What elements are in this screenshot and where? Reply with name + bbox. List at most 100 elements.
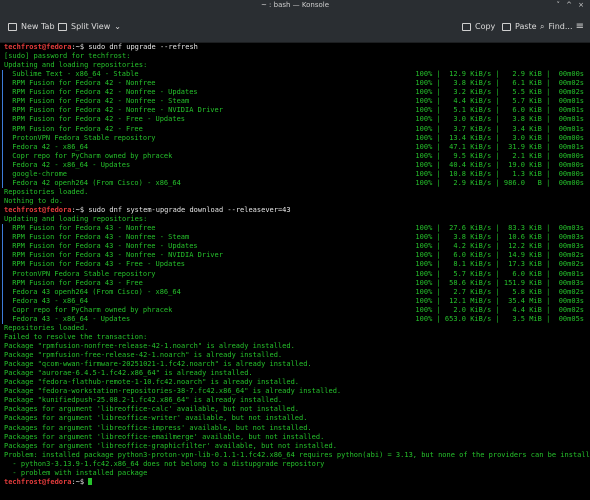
- prompt-host: @fedora: [41, 206, 72, 215]
- repo-name: RPM Fusion for Fedora 42 - Free: [8, 124, 143, 133]
- split-view-label: Split View: [71, 22, 111, 31]
- repo-name: RPM Fusion for Fedora 42 - Free - Update…: [8, 115, 186, 124]
- paste-button[interactable]: Paste: [502, 20, 537, 34]
- output-line: [sudo] password for techfrost:: [4, 52, 131, 61]
- repo-name: RPM Fusion for Fedora 43 - Nonfree - Ste…: [8, 233, 190, 242]
- repo-stats: 100% | 12.1 MiB/s | 35.4 MiB | 00m03s: [415, 296, 584, 305]
- repo-progress-line: ProtonVPN Fedora Stable repository 100% |…: [4, 270, 586, 279]
- output-line: Package "aurorae-6.4.5-1.fc42.x86_64" is…: [4, 369, 253, 378]
- repo-progress-line: RPM Fusion for Fedora 43 - Nonfree - Upd…: [4, 242, 586, 251]
- repo-progress-line: google-chrome 100% | 10.8 KiB/s | 1.3 KiB…: [4, 170, 586, 179]
- maximize-icon[interactable]: ^: [566, 1, 572, 9]
- new-tab-label: New Tab: [21, 22, 55, 31]
- repo-name: Fedora 42 openh264 (From Cisco) - x86_64: [8, 178, 181, 187]
- output-line: Packages for argument 'libreoffice-write…: [4, 414, 308, 423]
- output-line: Failed to resolve the transaction:: [4, 332, 148, 341]
- repo-progress-line: RPM Fusion for Fedora 43 - Free 100% | 58…: [4, 279, 586, 288]
- repo-progress-line: RPM Fusion for Fedora 43 - Free - Update…: [4, 260, 586, 269]
- search-icon: ⌕: [540, 22, 545, 31]
- repo-progress-line: ProtonVPN Fedora Stable repository 100% |…: [4, 134, 586, 143]
- terminal-output[interactable]: techfrost@fedora:~$ sudo dnf upgrade --r…: [2, 43, 590, 500]
- repo-progress-line: RPM Fusion for Fedora 42 - Nonfree - Ste…: [4, 97, 586, 106]
- prompt-user: techfrost: [4, 43, 42, 51]
- repo-progress-line: Sublime Text - x86_64 - Stable 100% | 12.…: [4, 70, 586, 79]
- repo-progress-line: Fedora 42 - x86_64 100% | 47.1 KiB/s | 31…: [4, 143, 586, 152]
- prompt-symbol: :~$: [71, 477, 89, 486]
- repo-name: RPM Fusion for Fedora 43 - Free - Update…: [8, 260, 186, 269]
- output-line: Package "fedora-workstation-repositories…: [4, 387, 342, 396]
- repo-stats: 100% | 3.2 KiB/s | 5.5 KiB | 00m02s: [415, 88, 584, 97]
- command-text: sudo dnf upgrade --refresh: [88, 43, 198, 51]
- repo-progress-line: RPM Fusion for Fedora 42 - Free 100% | 3.…: [4, 125, 586, 134]
- repo-progress-line: Fedora 42 openh264 (From Cisco) - x86_64…: [4, 179, 586, 188]
- repo-progress-line: Fedora 43 - x86_64 100% | 12.1 MiB/s | 35…: [4, 297, 586, 306]
- prompt-symbol: :~$: [71, 206, 89, 215]
- prompt-line: techfrost@fedora:~$ sudo dnf upgrade --r…: [4, 43, 586, 52]
- output-line: Package "qcom-wwan-firmware-20251021-1.f…: [4, 360, 312, 369]
- command-text: sudo dnf system-upgrade download --relea…: [88, 206, 291, 215]
- repo-stats: 100% | 47.1 KiB/s | 31.9 KiB | 00m01s: [415, 142, 584, 151]
- repo-progress-line: RPM Fusion for Fedora 43 - Nonfree - Ste…: [4, 233, 586, 242]
- output-line: Package "fedora-flathub-remote-1-10.fc42…: [4, 378, 300, 387]
- repo-stats: 100% | 4.4 KiB/s | 5.7 KiB | 00m01s: [415, 97, 584, 106]
- repo-name: Copr repo for PyCharm owned by phracek: [8, 305, 173, 314]
- new-tab-button[interactable]: New Tab: [8, 20, 55, 34]
- output-line: Problem: installed package python3-proto…: [4, 450, 590, 459]
- output-line: Packages for argument 'libreoffice-graph…: [4, 441, 337, 450]
- repo-name: Fedora 43 - x86_64: [8, 296, 89, 305]
- prompt-line: techfrost@fedora:~$ sudo dnf system-upgr…: [4, 206, 586, 215]
- repo-name: RPM Fusion for Fedora 43 - Nonfree - Upd…: [8, 242, 198, 251]
- close-icon[interactable]: ×: [578, 1, 584, 9]
- repo-progress-line: Fedora 43 openh264 (From Cisco) - x86_64…: [4, 288, 586, 297]
- window-titlebar: ~ : bash — Konsole ˅ ^ ×: [0, 0, 590, 10]
- progress-indicator-bar: [2, 224, 3, 324]
- split-view-button[interactable]: Split View ⌄: [58, 20, 121, 34]
- repo-name: ProtonVPN Fedora Stable repository: [8, 133, 156, 142]
- repo-stats: 100% | 4.2 KiB/s | 12.2 KiB | 00m03s: [415, 242, 584, 251]
- paste-icon: [502, 23, 511, 31]
- minimize-icon[interactable]: ˅: [557, 1, 561, 9]
- output-line: Updating and loading repositories:: [4, 215, 148, 224]
- repo-name: ProtonVPN Fedora Stable repository: [8, 269, 156, 278]
- toolbar: New Tab Split View ⌄ Copy Paste ⌕ Find..…: [0, 10, 590, 43]
- paste-label: Paste: [515, 22, 537, 31]
- prompt-user: techfrost: [4, 477, 42, 486]
- repo-stats: 100% | 2.7 KiB/s | 5.8 KiB | 00m02s: [415, 287, 584, 296]
- hamburger-menu-icon: ≡: [575, 21, 584, 32]
- repo-name: Fedora 43 - x86_64 - Updates: [8, 314, 131, 323]
- repo-name: RPM Fusion for Fedora 43 - Nonfree - NVI…: [8, 251, 223, 260]
- repo-stats: 100% | 3.8 KiB/s | 6.1 KiB | 00m02s: [415, 79, 584, 88]
- repo-progress-line: Copr repo for PyCharm owned by phracek 10…: [4, 152, 586, 161]
- find-button[interactable]: ⌕ Find...: [540, 20, 573, 34]
- repo-name: google-chrome: [8, 169, 68, 178]
- repo-name: Copr repo for PyCharm owned by phracek: [8, 151, 173, 160]
- repo-stats: 100% | 10.8 KiB/s | 1.3 KiB | 00m00s: [415, 169, 584, 178]
- text-cursor: [88, 477, 93, 485]
- output-line: Nothing to do.: [4, 197, 64, 206]
- copy-button[interactable]: Copy: [462, 20, 495, 34]
- repo-name: RPM Fusion for Fedora 43 - Nonfree: [8, 224, 156, 233]
- repo-stats: 100% | 6.0 KiB/s | 14.9 KiB | 00m02s: [415, 251, 584, 260]
- repo-name: Sublime Text - x86_64 - Stable: [8, 70, 139, 79]
- repo-progress-line: RPM Fusion for Fedora 42 - Nonfree 100% |…: [4, 79, 586, 88]
- repo-stats: 100% | 3.0 KiB/s | 3.8 KiB | 00m01s: [415, 115, 584, 124]
- output-line: Packages for argument 'libreoffice-calc'…: [4, 405, 300, 414]
- repo-stats: 100% | 9.5 KiB/s | 2.1 KiB | 00m00s: [415, 151, 584, 160]
- progress-indicator-bar: [2, 70, 3, 188]
- repo-progress-line: RPM Fusion for Fedora 42 - Free - Update…: [4, 115, 586, 124]
- repo-progress-line: RPM Fusion for Fedora 43 - Nonfree 100% |…: [4, 224, 586, 233]
- find-label: Find...: [548, 22, 573, 31]
- repo-stats: 100% | 12.9 KiB/s | 2.9 KiB | 00m00s: [415, 70, 584, 79]
- prompt-host: @fedora: [41, 43, 72, 51]
- repo-name: RPM Fusion for Fedora 43 - Free: [8, 278, 143, 287]
- output-line: Repositories loaded.: [4, 187, 89, 196]
- repo-progress-line: Fedora 42 - x86_64 - Updates 100% | 40.4 …: [4, 161, 586, 170]
- menu-button[interactable]: ≡: [576, 20, 584, 34]
- repo-progress-line: Copr repo for PyCharm owned by phracek 10…: [4, 306, 586, 315]
- output-line: - problem with installed package: [4, 468, 148, 477]
- repo-stats: 100% | 653.0 KiB/s | 3.5 MiB | 00m05s: [415, 314, 584, 323]
- copy-icon: [462, 23, 471, 31]
- repo-name: Fedora 42 - x86_64 - Updates: [8, 160, 131, 169]
- repo-name: RPM Fusion for Fedora 42 - Nonfree - Upd…: [8, 88, 198, 97]
- output-line: Updating and loading repositories:: [4, 61, 148, 70]
